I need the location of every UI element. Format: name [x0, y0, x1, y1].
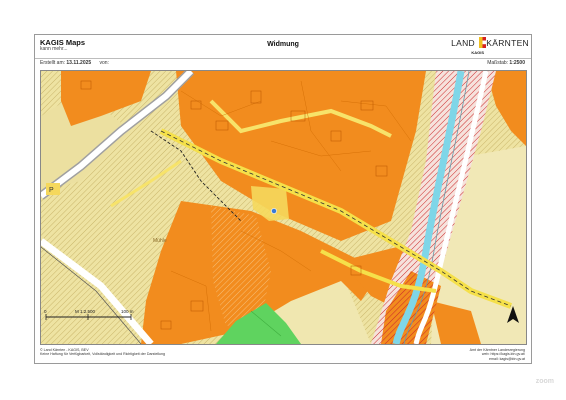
scale-label: Maßstab: — [487, 60, 509, 66]
brand-kaernten-text: KÄRNTEN — [486, 38, 529, 48]
created-date: 13.11.2025 — [66, 60, 92, 66]
kaernten-coat-icon — [479, 37, 486, 48]
scale-bar-end: 100 m — [121, 309, 134, 314]
header-divider — [35, 58, 531, 59]
brand-kagis-text: KAGIS — [471, 50, 484, 55]
print-sheet: KAGIS Maps kann mehr... Widmung LAND KÄR… — [34, 34, 532, 364]
watermark: zoom — [535, 378, 554, 385]
location-marker[interactable] — [271, 208, 277, 214]
scale-info: Maßstab: 1:2500 — [487, 60, 525, 66]
footer: © Land Kärnten - KAGIS, BEV Keine Haftun… — [40, 348, 525, 361]
brand-land-text: LAND — [451, 38, 475, 48]
meta-row: Erstellt am: 13.11.2025 von: Maßstab: 1:… — [40, 60, 525, 68]
map-canvas[interactable]: P Mühle 0 M 1:2.500 100 m — [40, 70, 527, 345]
email-text: email: kagis@ktn.gv.at — [489, 356, 525, 361]
map-svg[interactable]: P Mühle 0 M 1:2.500 100 m — [41, 71, 526, 344]
author-label: von: — [99, 60, 109, 66]
street-label: Mühle — [153, 238, 167, 244]
liability-text: Keine Haftung für Verfügbarkeit, Vollstä… — [40, 352, 166, 357]
parcel-p-label: P — [49, 187, 54, 194]
created-label: Erstellt am: — [40, 60, 66, 66]
footer-left: © Land Kärnten - KAGIS, BEV Keine Haftun… — [40, 348, 525, 357]
scale-value: 1:2500 — [509, 60, 525, 66]
footer-right: Amt der Kärntner Landesregierung web: ht… — [470, 348, 525, 361]
scale-bar-middle: M 1:2.500 — [75, 309, 96, 314]
